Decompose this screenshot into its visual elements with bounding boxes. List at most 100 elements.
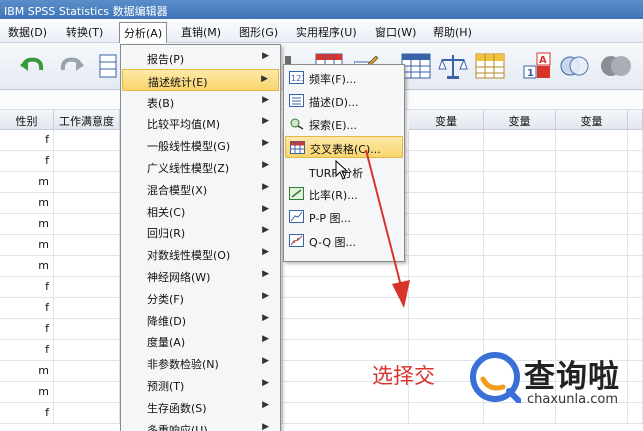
grid-cell[interactable] [484,151,556,172]
grid-cell[interactable] [484,214,556,235]
grid-cell[interactable] [54,319,120,340]
grid-cell[interactable] [409,319,484,340]
grid-cell[interactable] [409,277,484,298]
column-header-job-satisfaction[interactable]: 工作满意度 [54,110,120,130]
grid-cell-gender[interactable]: f [0,403,54,424]
grid-cell[interactable] [556,172,628,193]
grid-cell[interactable] [628,193,643,214]
submenu-item[interactable]: 123 频率(F)... [285,67,403,89]
grid-cell[interactable] [409,298,484,319]
grid-cell[interactable] [556,298,628,319]
submenu-item[interactable]: 探索(E)... [285,113,403,135]
menu-transform[interactable]: 转换(T) [62,22,107,40]
grid-cell[interactable] [628,298,643,319]
grid-cell[interactable] [283,403,409,424]
grid-cell-gender[interactable]: m [0,172,54,193]
grid-cell[interactable] [556,319,628,340]
select-cases-icon[interactable] [474,50,506,82]
grid-cell[interactable] [628,151,643,172]
analyze-menu-item[interactable]: 表(B) ▶ [122,91,279,113]
analyze-menu-item[interactable]: 神经网络(W) ▶ [122,265,279,287]
grid-cell[interactable] [54,277,120,298]
grid-cell[interactable] [628,319,643,340]
grid-cell[interactable] [484,172,556,193]
grid-cell[interactable] [409,193,484,214]
grid-cell[interactable] [556,193,628,214]
grid-cell[interactable] [54,214,120,235]
grid-cell[interactable] [54,130,120,151]
column-header-var-3[interactable]: 变量 [556,110,628,130]
grid-cell-gender[interactable]: m [0,256,54,277]
grid-cell[interactable] [484,319,556,340]
grid-cell[interactable] [54,298,120,319]
menu-direct-marketing[interactable]: 直销(M) [177,22,225,40]
redo-icon[interactable] [56,50,88,82]
column-header-var-1[interactable]: 变量 [409,110,484,130]
grid-cell[interactable] [484,235,556,256]
grid-cell[interactable] [409,172,484,193]
menu-data[interactable]: 数据(D) [4,22,51,40]
grid-cell[interactable] [54,235,120,256]
grid-cell[interactable] [628,277,643,298]
column-header-gender[interactable]: 性别 [0,110,54,130]
grid-cell[interactable] [283,319,409,340]
grid-cell[interactable] [628,256,643,277]
scale-icon[interactable] [437,50,469,82]
grid-cell[interactable] [54,382,120,403]
grid-cell[interactable] [54,151,120,172]
grid-cell-gender[interactable]: f [0,319,54,340]
grid-cell-gender[interactable]: m [0,214,54,235]
analyze-menu-item[interactable]: 广义线性模型(Z) ▶ [122,156,279,178]
analyze-menu-item[interactable]: 混合模型(X) ▶ [122,178,279,200]
column-header-var-2[interactable]: 变量 [484,110,556,130]
grid-cell[interactable] [556,235,628,256]
grid-cell[interactable] [54,340,120,361]
grid-cell[interactable] [409,256,484,277]
analyze-menu-item[interactable]: 降维(D) ▶ [122,309,279,331]
analyze-menu-item[interactable]: 预测(T) ▶ [122,374,279,396]
grid-cell[interactable] [54,403,120,424]
grid-cell-gender[interactable]: f [0,151,54,172]
grid-cell[interactable] [556,214,628,235]
grid-cell[interactable] [409,214,484,235]
value-labels-icon[interactable]: A1 [522,50,554,82]
grid-cell[interactable] [54,172,120,193]
analyze-menu-item[interactable]: 报告(P) ▶ [122,47,279,69]
grid-cell[interactable] [628,130,643,151]
grid-cell[interactable] [484,298,556,319]
grid-cell[interactable] [409,235,484,256]
grid-cell[interactable] [484,277,556,298]
grid-cell[interactable] [54,193,120,214]
grid-cell-gender[interactable]: m [0,361,54,382]
analyze-menu-item[interactable]: 一般线性模型(G) ▶ [122,134,279,156]
grid-cell-gender[interactable]: f [0,130,54,151]
analyze-menu-item[interactable]: 相关(C) ▶ [122,200,279,222]
analyze-menu-item[interactable]: 多重响应(U) ▶ [122,418,279,431]
grid-cell[interactable] [556,277,628,298]
submenu-item[interactable]: 描述(D)... [285,90,403,112]
analyze-menu-item[interactable]: 比较平均值(M) ▶ [122,112,279,134]
grid-cell[interactable] [54,256,120,277]
analyze-menu-item[interactable]: 非参数检验(N) ▶ [122,352,279,374]
menu-graphs[interactable]: 图形(G) [235,22,282,40]
menu-window[interactable]: 窗口(W) [371,22,420,40]
grid-cell-gender[interactable]: f [0,298,54,319]
grid-cell[interactable] [409,151,484,172]
menu-analyze[interactable]: 分析(A) [119,22,168,43]
show-all-icon[interactable] [600,50,632,82]
grid-cell[interactable] [556,151,628,172]
grid-cell-gender[interactable]: m [0,193,54,214]
analyze-menu-item[interactable]: 生存函数(S) ▶ [122,396,279,418]
grid-cell[interactable] [54,361,120,382]
grid-cell-gender[interactable]: m [0,235,54,256]
goto-case-icon[interactable] [98,50,118,82]
analyze-menu-item[interactable]: 分类(F) ▶ [122,287,279,309]
grid-cell[interactable] [283,340,409,361]
grid-cell[interactable] [556,256,628,277]
analyze-menu-item[interactable]: 对数线性模型(O) ▶ [122,243,279,265]
undo-icon[interactable] [16,50,48,82]
grid-cell-gender[interactable]: f [0,277,54,298]
use-sets-icon[interactable] [559,50,591,82]
grid-cell-gender[interactable]: f [0,340,54,361]
analyze-menu-item[interactable]: 度量(A) ▶ [122,330,279,352]
